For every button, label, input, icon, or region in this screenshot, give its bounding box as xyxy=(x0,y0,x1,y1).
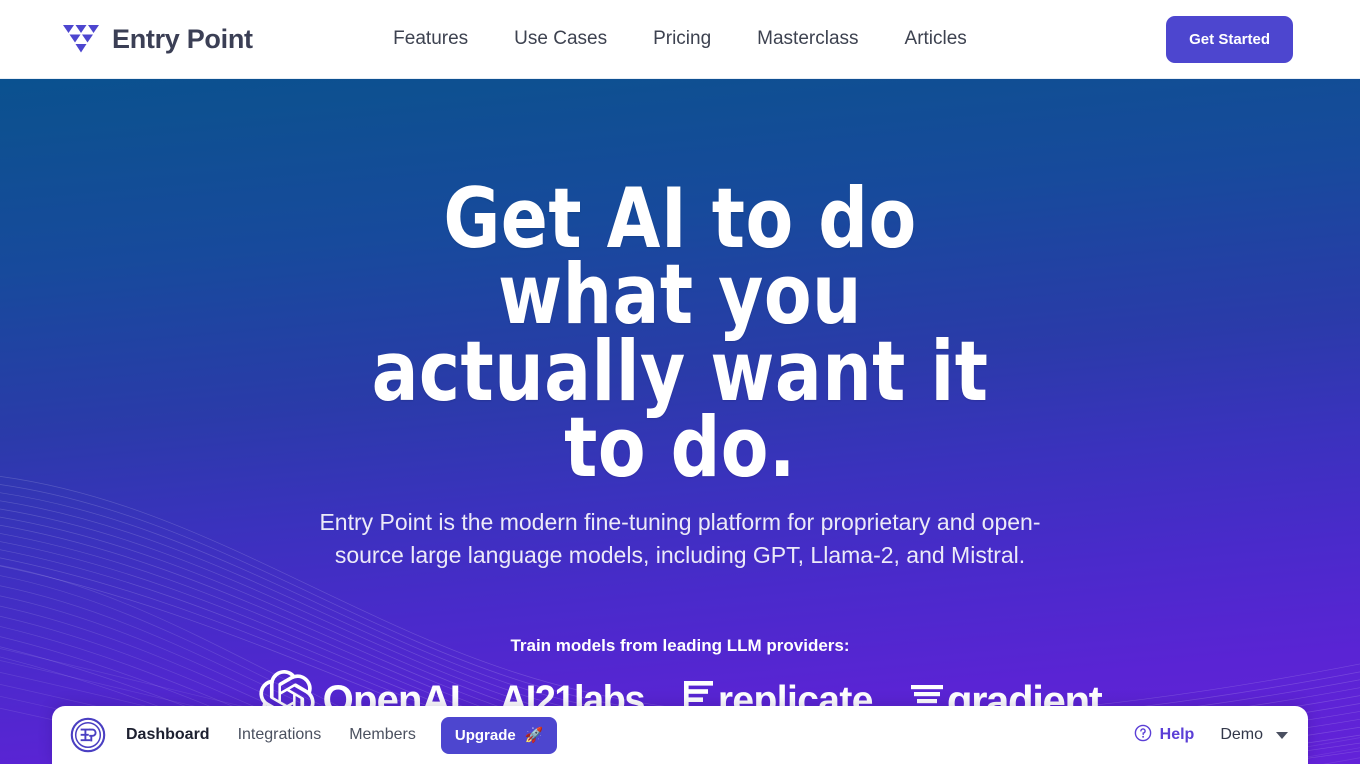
ep-circle-badge-icon xyxy=(70,717,106,753)
providers-label: Train models from leading LLM providers: xyxy=(510,635,850,655)
nav-item-articles[interactable]: Articles xyxy=(905,28,967,50)
upgrade-button[interactable]: Upgrade 🚀 xyxy=(440,716,558,754)
nav-item-features[interactable]: Features xyxy=(393,28,468,50)
help-link[interactable]: Help xyxy=(1134,724,1195,747)
dashboard-nav-dashboard[interactable]: Dashboard xyxy=(126,726,210,744)
dashboard-bar-right: Help Demo xyxy=(1134,724,1288,747)
nav-item-pricing[interactable]: Pricing xyxy=(653,28,711,50)
nav-item-masterclass[interactable]: Masterclass xyxy=(757,28,858,50)
brand-name: Entry Point xyxy=(112,23,253,54)
help-link-label: Help xyxy=(1159,726,1195,743)
account-menu-label: Demo xyxy=(1220,726,1263,743)
chevron-down-icon xyxy=(1276,731,1288,739)
brand-logo[interactable]: Entry Point xyxy=(60,22,253,56)
question-circle-icon xyxy=(1134,724,1152,747)
get-started-button[interactable]: Get Started xyxy=(1166,15,1293,63)
site-header: Entry Point Features Use Cases Pricing M… xyxy=(0,0,1360,79)
dashboard-preview-bar: Dashboard Integrations Members Upgrade 🚀… xyxy=(52,706,1308,764)
hero-subheadline: Entry Point is the modern fine-tuning pl… xyxy=(319,509,1041,569)
dashboard-nav-members[interactable]: Members xyxy=(349,726,416,744)
account-menu[interactable]: Demo xyxy=(1220,726,1288,744)
hero-section: Get AI to do what you actually want it t… xyxy=(0,79,1360,764)
nav-item-use-cases[interactable]: Use Cases xyxy=(514,28,607,50)
main-navigation: Features Use Cases Pricing Masterclass A… xyxy=(393,28,967,50)
dashboard-navigation: Dashboard Integrations Members xyxy=(126,726,416,744)
hero-headline: Get AI to do what you actually want it t… xyxy=(371,170,989,497)
upgrade-button-label: Upgrade xyxy=(454,726,516,744)
rocket-icon: 🚀 xyxy=(524,726,544,744)
dashboard-nav-integrations[interactable]: Integrations xyxy=(238,726,322,744)
entry-point-triangle-logo-icon xyxy=(60,22,102,56)
